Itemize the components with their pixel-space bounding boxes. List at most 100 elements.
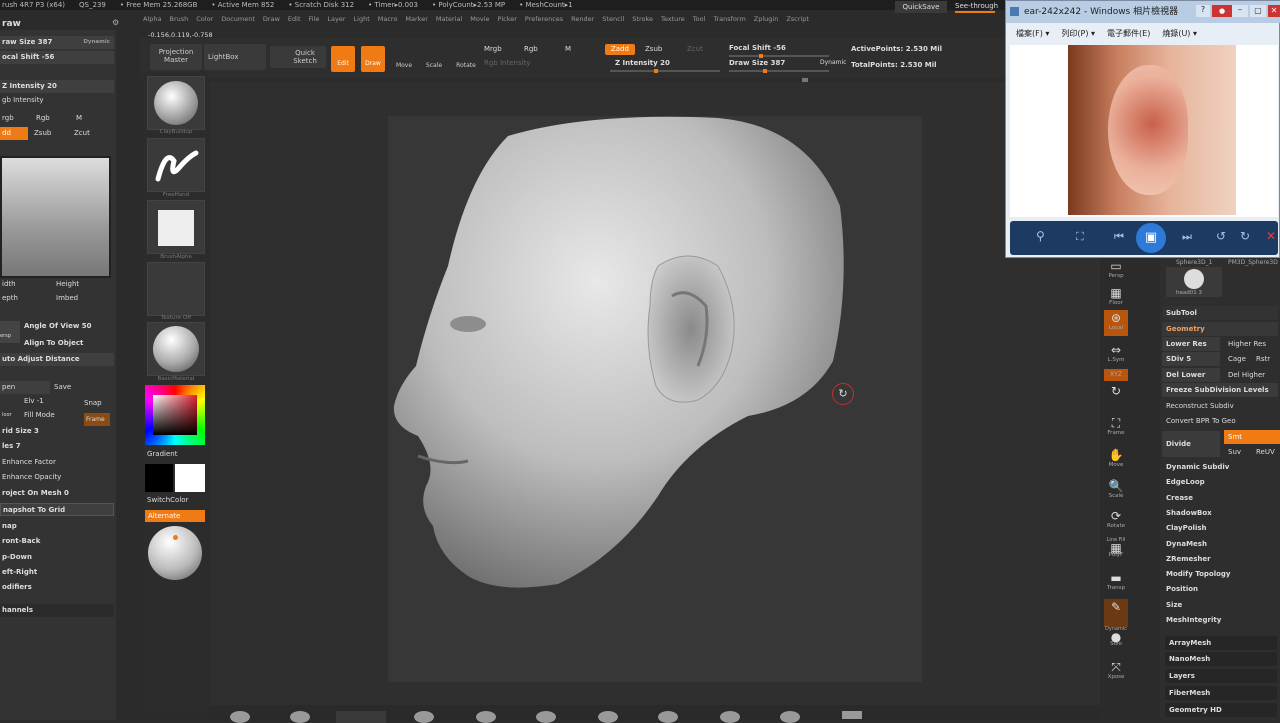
main-color-swatch[interactable] [145,464,173,492]
dynamic-toggle[interactable]: Dynamic [820,59,846,66]
lightbox-button[interactable]: LightBox [204,44,266,70]
left-enhance-opacity[interactable]: Enhance Opacity [0,471,114,484]
left-rgb-intensity[interactable]: gb Intensity [0,94,114,107]
viewer-menu-burn[interactable]: 燒錄(U) ▾ [1162,29,1197,38]
gradient-toggle[interactable]: Gradient [147,450,177,458]
left-z-intensity[interactable]: Z Intensity 20 [0,80,114,93]
polyf-button[interactable]: Line Fill ▦ PolyF [1104,538,1128,564]
rotate-ccw-icon[interactable]: ↺ [1216,229,1226,243]
frame-button[interactable]: ⛶ Frame [1104,415,1128,441]
sdiv-slider[interactable]: SDiv 5 [1162,352,1220,366]
size-header[interactable]: Size [1162,598,1278,612]
menu-color[interactable]: Color [196,15,213,23]
fibermesh-header[interactable]: FiberMesh [1165,686,1277,700]
meshintegrity-header[interactable]: MeshIntegrity [1162,613,1278,627]
left-tiles[interactable]: les 7 [0,440,114,453]
draw-size-track[interactable] [729,69,829,73]
arraymesh-header[interactable]: ArrayMesh [1165,636,1277,650]
layers-header[interactable]: Layers [1165,669,1277,683]
brush-slot-icon[interactable] [780,711,800,723]
left-elv[interactable]: Elv -1 [22,395,72,408]
left-mrgb[interactable]: rgb [0,112,30,125]
brush-slot-icon[interactable] [842,711,862,719]
left-project-on-mesh[interactable]: roject On Mesh 0 [0,487,114,500]
left-zadd[interactable]: dd [0,127,28,140]
left-m[interactable]: M [74,112,104,125]
quicksave-button[interactable]: QuickSave [895,1,947,13]
local-button[interactable]: ⊛ Local [1104,310,1128,336]
menu-draw[interactable]: Draw [263,15,280,23]
nanomesh-header[interactable]: NanoMesh [1165,652,1277,666]
transp-button[interactable]: ▬ Transp [1104,570,1128,596]
maximize-icon[interactable]: ▢ [1250,5,1266,17]
record-icon[interactable]: ● [1212,5,1232,17]
rstr-button[interactable]: Rstr [1252,352,1278,366]
menu-stencil[interactable]: Stencil [602,15,624,23]
stroke-thumbnail[interactable] [147,138,205,192]
left-snap[interactable]: Snap [82,397,112,410]
left-width[interactable]: idth [0,278,40,291]
left-front-back[interactable]: ront-Back [0,535,114,548]
higher-res-button[interactable]: Higher Res [1224,337,1278,351]
edgeloop-header[interactable]: EdgeLoop [1162,475,1278,489]
material-sphere-preview[interactable] [148,526,202,580]
brush-slot-icon[interactable] [658,711,678,723]
next-icon[interactable]: ⏭ [1182,230,1192,244]
switch-color-button[interactable]: SwitchColor [147,496,188,504]
left-angle-of-view[interactable]: Angle Of View 50 [22,320,114,333]
zadd-button[interactable]: Zadd [605,44,635,55]
crease-header[interactable]: Crease [1162,491,1278,505]
left-snap-button[interactable]: nap [0,520,114,533]
alpha-preview[interactable] [0,156,111,278]
brush-thumbnail[interactable] [147,76,205,130]
solo-button[interactable]: Dynamic ● Solo [1104,627,1128,653]
brush-slot-icon[interactable] [336,711,386,723]
scale-button[interactable]: Scale [422,46,446,72]
see-through-slider[interactable]: See-through [955,1,1007,13]
rotate-view-button[interactable]: ⟳ Rotate [1104,508,1128,534]
del-higher-button[interactable]: Del Higher [1224,368,1278,382]
delete-icon[interactable]: ✕ [1266,229,1276,243]
menu-alpha[interactable]: Alpha [143,15,161,23]
edit-button[interactable]: Edit [331,46,355,72]
shadowbox-header[interactable]: ShadowBox [1162,506,1278,520]
left-auto-adjust-distance[interactable]: uto Adjust Distance [0,353,114,366]
del-lower-button[interactable]: Del Lower [1162,368,1220,382]
position-header[interactable]: Position [1162,582,1278,596]
move-view-button[interactable]: ✋ Move [1104,447,1128,473]
focal-shift-track[interactable] [729,54,829,58]
draw-button[interactable]: Draw [361,46,385,72]
smt-toggle[interactable]: Smt [1224,430,1280,444]
viewer-menu-print[interactable]: 列印(P) ▾ [1061,29,1095,38]
menu-material[interactable]: Material [436,15,462,23]
lower-res-button[interactable]: Lower Res [1162,337,1220,351]
brush-slot-icon[interactable] [414,711,434,723]
viewer-menu-file[interactable]: 檔案(F) ▾ [1016,29,1049,38]
slideshow-icon[interactable]: ▣ [1136,223,1166,253]
alternate-button[interactable]: Alternate [145,510,205,522]
menu-movie[interactable]: Movie [470,15,489,23]
zoom-icon[interactable]: ⚲ [1036,229,1045,243]
secondary-color-swatch[interactable] [175,464,205,492]
help-icon[interactable]: ? [1196,5,1210,17]
ghost-button[interactable]: ✎ [1104,599,1128,627]
menu-marker[interactable]: Marker [405,15,427,23]
left-enhance-factor[interactable]: Enhance Factor [0,456,114,469]
left-persp-button[interactable]: ersp [0,321,20,343]
focal-shift-slider[interactable]: Focal Shift -56 [729,44,786,52]
minimize-icon[interactable]: – [1232,5,1248,17]
suv-toggle[interactable]: Suv [1224,445,1250,459]
menu-file[interactable]: File [309,15,320,23]
light-position-dot[interactable] [173,535,178,540]
left-up-down[interactable]: p-Down [0,551,114,564]
rgb-toggle[interactable]: Rgb [524,45,538,53]
menu-zplugin[interactable]: Zplugin [754,15,779,23]
viewer-menu-email[interactable]: 電子郵件(E) [1107,29,1150,38]
menu-stroke[interactable]: Stroke [632,15,653,23]
photo-viewer-titlebar[interactable]: ear-242x242 - Windows 相片檢視器 ? ● – ▢ ✕ [1006,1,1280,23]
brush-slot-icon[interactable] [476,711,496,723]
menu-picker[interactable]: Picker [498,15,517,23]
menu-edit[interactable]: Edit [288,15,301,23]
brush-slot-icon[interactable] [230,711,250,723]
left-imbed[interactable]: Imbed [54,292,94,305]
